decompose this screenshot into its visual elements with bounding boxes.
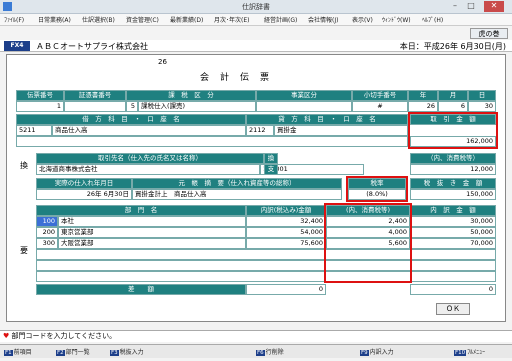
debit-header: 借 方 科 目 ・ 口 座 名	[16, 114, 246, 125]
net-cell: 30,000	[410, 216, 496, 227]
menu-journal[interactable]: 仕訳選択(B)	[82, 15, 115, 24]
date-header: 実際の仕入れ年月日	[36, 178, 132, 189]
maximize-button[interactable]: □	[464, 1, 478, 12]
tax-code-field[interactable]: 5	[126, 101, 138, 112]
col-proof-no: 証憑書番号	[64, 90, 126, 101]
dept-code-cell[interactable]: 300	[36, 238, 58, 249]
gross-cell[interactable]: 32,400	[246, 216, 326, 227]
fx4-badge: FX4	[4, 41, 30, 51]
minimize-button[interactable]: –	[448, 1, 462, 12]
gross-header: 内訳(税込み)金額	[246, 205, 326, 216]
gross-cell[interactable]: 75,600	[246, 238, 326, 249]
dept-name-cell: 大阪営業部	[58, 238, 246, 249]
kan-label: 換	[264, 153, 278, 164]
account-row-2	[16, 136, 408, 147]
day-field[interactable]: 30	[468, 101, 496, 112]
status-message: 部門コードを入力してください。	[11, 332, 117, 340]
partner-header: 取引先名（仕入先の氏名又は名称）	[36, 153, 264, 164]
col-tax-category: 課 税 区 分	[126, 90, 256, 101]
f9-button[interactable]: F9 内訳入力	[360, 347, 394, 356]
tax-inc-header: （内、消費税等）	[410, 153, 496, 164]
menu-daily[interactable]: 日常業務(A)	[38, 15, 71, 24]
diff-value-net: 0	[410, 284, 496, 295]
tax-column-highlight	[324, 203, 412, 283]
gross-cell[interactable]: 54,000	[246, 227, 326, 238]
close-button[interactable]: ✕	[484, 1, 504, 12]
empty-row[interactable]	[36, 260, 496, 271]
tora-button[interactable]: 虎の巻	[470, 28, 508, 39]
summary-value[interactable]: 買掛金計上 商品仕入高	[132, 189, 342, 200]
menu-funds[interactable]: 資金管理(C)	[126, 15, 159, 24]
col-business: 事業区分	[256, 90, 352, 101]
net-cell: 70,000	[410, 238, 496, 249]
f3-button[interactable]: F3 税抜入力	[110, 347, 144, 356]
company-name: ＡＢＣオートサプライ株式会社	[36, 42, 148, 51]
today-date: 本日：平成26年 6月30日(月)	[399, 42, 506, 51]
net-cell: 50,000	[410, 227, 496, 238]
dept-code-cell[interactable]: 200	[36, 227, 58, 238]
menu-bar: ﾌｧｲﾙ(F) 日常業務(A) 仕訳選択(B) 資金管理(C) 最新業績(D) …	[0, 14, 512, 26]
debit-code[interactable]: 5211	[16, 125, 52, 136]
title-bar: 仕訳辞書 – □ ✕	[0, 0, 512, 14]
window-title: 仕訳辞書	[242, 3, 270, 11]
menu-window[interactable]: ｳｨﾝﾄﾞｳ(W)	[382, 15, 411, 24]
menu-help[interactable]: ﾍﾙﾌﾟ(H)	[422, 15, 443, 24]
diff-header: 差 額	[36, 284, 246, 295]
partner-name[interactable]: 北海道商事株式会社	[36, 164, 260, 175]
f6-button[interactable]: F6 行削除	[256, 347, 284, 356]
col-voucher-no: 伝票番号	[16, 90, 64, 101]
function-key-bar: F1 前項目 F2 部門一覧 F3 税抜入力 F6 行削除 F9 内訳入力 F10 ﾌﾙﾒﾆ…	[0, 344, 512, 358]
credit-code[interactable]: 2112	[246, 125, 274, 136]
net-value: 150,000	[410, 189, 496, 200]
heart-icon: ♥	[3, 332, 10, 340]
dept-header: 部 門 名	[36, 205, 246, 216]
yo-side-label: 要	[20, 246, 28, 255]
check-field[interactable]: #	[352, 101, 408, 112]
amount-highlight	[408, 112, 498, 149]
voucher-title: 会 計 伝 票	[200, 73, 271, 83]
year-field[interactable]: 26	[408, 101, 438, 112]
kan-side-label: 換	[20, 161, 28, 170]
summary-header: 元 帳 摘 要（仕入れ資産等の総称）	[132, 178, 342, 189]
menu-monthly[interactable]: 月次･年次(E)	[214, 15, 249, 24]
shi-label: 支	[264, 164, 278, 175]
tax-category-field: 課税仕入(課売)	[138, 101, 256, 112]
col-month: 月	[438, 90, 468, 101]
f2-button[interactable]: F2 部門一覧	[56, 347, 90, 356]
menu-plan[interactable]: 経営計画(G)	[264, 15, 297, 24]
menu-performance[interactable]: 最新業績(D)	[170, 15, 203, 24]
menu-company[interactable]: 会社情報(J)	[308, 15, 338, 24]
proof-no-field[interactable]	[64, 101, 126, 112]
empty-row[interactable]	[36, 249, 496, 260]
diff-value: 0	[246, 284, 326, 295]
business-field[interactable]	[256, 101, 352, 112]
month-field[interactable]: 6	[438, 101, 468, 112]
tax-inc-value: 12,000	[410, 164, 496, 175]
date-value[interactable]: 26年 6月30日	[36, 189, 132, 200]
voucher-no-field[interactable]: 1	[16, 101, 64, 112]
app-icon	[3, 2, 12, 11]
dept-code-cell[interactable]: 100	[36, 216, 58, 227]
empty-row[interactable]	[36, 271, 496, 282]
credit-name: 買掛金	[274, 125, 408, 136]
net-amount-header: 内 訳 金 額	[410, 205, 496, 216]
col-day: 日	[468, 90, 496, 101]
debit-name: 商品仕入高	[52, 125, 246, 136]
voucher-number: 26	[158, 58, 167, 66]
status-bar: ♥ 部門コードを入力してください。	[0, 330, 512, 342]
col-year: 年	[408, 90, 438, 101]
f1-button[interactable]: F1 前項目	[4, 347, 32, 356]
f10-button[interactable]: F10 ﾌﾙﾒﾆｭｰ	[454, 347, 485, 356]
menu-file[interactable]: ﾌｧｲﾙ(F)	[4, 15, 24, 24]
col-check: 小切手番号	[352, 90, 408, 101]
rate-highlight	[346, 176, 408, 202]
credit-header: 貸 方 科 目 ・ 口 座 名	[246, 114, 408, 125]
ok-button[interactable]: ＯＫ	[436, 303, 470, 315]
dept-name-cell: 東京営業部	[58, 227, 246, 238]
net-header: 税 抜 き 金 額	[410, 178, 496, 189]
menu-view[interactable]: 表示(V)	[352, 15, 373, 24]
dept-name-cell: 本社	[58, 216, 246, 227]
